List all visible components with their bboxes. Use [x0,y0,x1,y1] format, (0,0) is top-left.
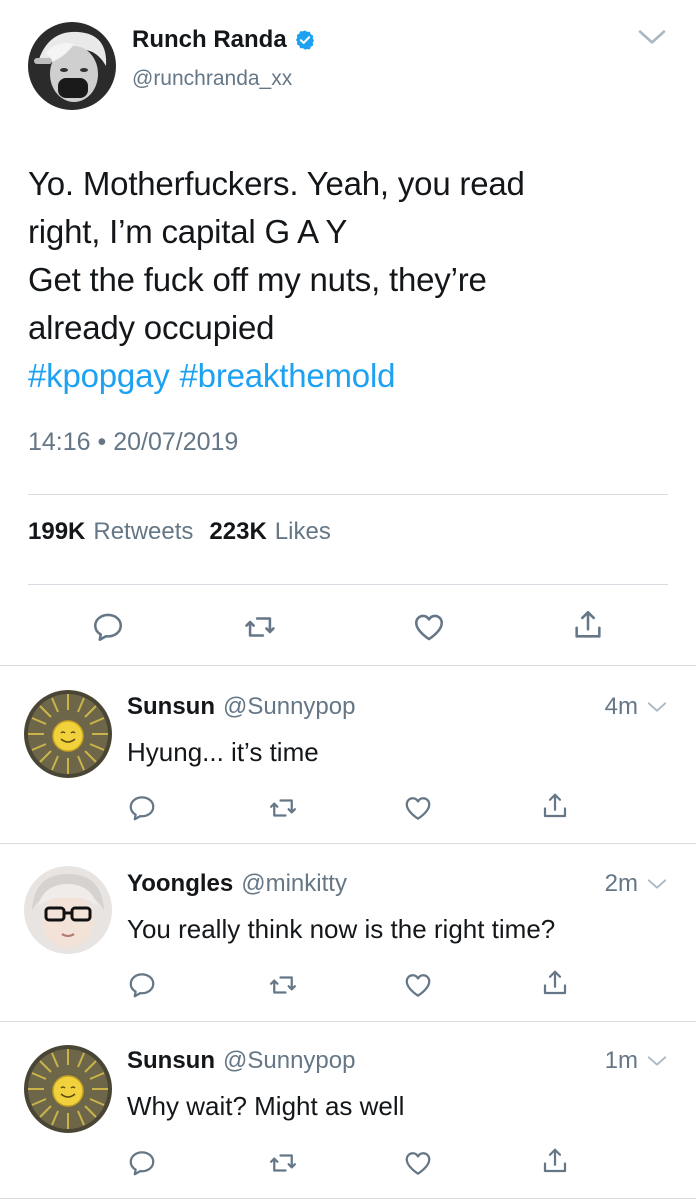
share-icon[interactable] [571,608,605,642]
reply-avatar[interactable] [24,1045,112,1133]
reply-author-name[interactable]: Sunsun [127,1047,215,1075]
reply-time: 4m [605,693,668,721]
verified-badge-icon [295,30,314,50]
reply-icon[interactable] [127,970,157,1000]
reply-avatar[interactable] [24,866,112,954]
reply-author-name[interactable]: Yoongles [127,870,233,898]
reply-text: Why wait? Might as well [127,1091,405,1121]
reply-icon[interactable] [127,1148,157,1178]
tweet-text: Yo. Motherfuckers. Yeah, you read right,… [28,160,668,400]
share-icon[interactable] [540,791,570,821]
reply-author-handle[interactable]: @Sunnypop [223,1047,355,1075]
reply-header: Sunsun @Sunnypop [127,693,355,721]
divider [0,665,696,666]
reply-time: 1m [605,1047,668,1075]
reply-text: Hyung... it’s time [127,737,319,767]
hashtags: #kpopgay #breakthemold [28,352,668,400]
divider [0,1198,696,1199]
divider [0,843,696,844]
divider [28,494,668,495]
retweets-label[interactable]: Retweets [93,518,193,546]
reply-icon[interactable] [127,793,157,823]
likes-count[interactable]: 223K [209,518,266,546]
retweet-icon[interactable] [268,793,298,823]
tweet-text-line: Get the fuck off my nuts, they’re [28,261,487,298]
reply-timestamp[interactable]: 4m [605,693,638,721]
reply-icon[interactable] [91,610,125,644]
chevron-down-icon[interactable] [646,699,668,715]
divider [28,584,668,585]
share-icon[interactable] [540,968,570,998]
hashtag-link[interactable]: #kpopgay [28,357,170,394]
reply-author-handle[interactable]: @minkitty [241,870,347,898]
chevron-down-icon[interactable] [646,876,668,892]
author-handle[interactable]: @runchranda_xx [132,67,292,91]
likes-label[interactable]: Likes [275,518,331,546]
reply-header: Sunsun @Sunnypop [127,1047,355,1075]
heart-icon[interactable] [403,970,433,1000]
reply-timestamp[interactable]: 2m [605,870,638,898]
divider [0,1021,696,1022]
retweet-icon[interactable] [268,1148,298,1178]
tweet-text-line: Yo. Motherfuckers. Yeah, you read [28,165,525,202]
tweet-stats: 199K Retweets 223K Likes [28,518,331,546]
reply-timestamp[interactable]: 1m [605,1047,638,1075]
tweet-text-line: already occupied [28,309,275,346]
reply-time: 2m [605,870,668,898]
retweet-icon[interactable] [243,610,277,644]
reply-author-handle[interactable]: @Sunnypop [223,693,355,721]
tweet-text-line: right, I’m capital G A Y [28,213,348,250]
retweet-icon[interactable] [268,970,298,1000]
retweets-count[interactable]: 199K [28,518,85,546]
reply-avatar[interactable] [24,690,112,778]
author-name[interactable]: Runch Randa [132,26,287,54]
chevron-down-icon[interactable] [646,1053,668,1069]
heart-icon[interactable] [412,610,446,644]
reply-header: Yoongles @minkitty [127,870,347,898]
heart-icon[interactable] [403,793,433,823]
share-icon[interactable] [540,1146,570,1176]
tweet-timestamp[interactable]: 14:16 • 20/07/2019 [28,428,238,457]
author-name-row: Runch Randa [132,26,316,54]
author-avatar[interactable] [28,22,116,110]
hashtag-link[interactable]: #breakthemold [180,357,396,394]
chevron-down-icon[interactable] [636,26,668,48]
reply-author-name[interactable]: Sunsun [127,693,215,721]
heart-icon[interactable] [403,1148,433,1178]
reply-text: You really think now is the right time? [127,914,556,944]
